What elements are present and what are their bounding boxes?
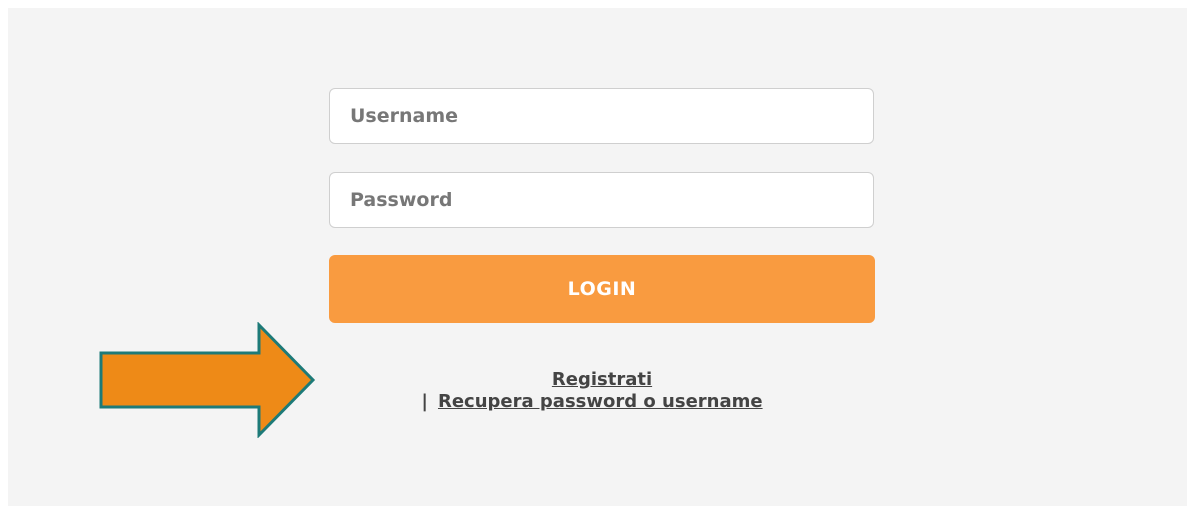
password-input[interactable] [329,172,874,228]
auth-links: Registrati | Recupera password o username [329,369,875,413]
arrow-right-icon [99,322,316,438]
link-separator: | [421,391,428,412]
recover-credentials-link[interactable]: Recupera password o username [438,391,763,412]
register-link[interactable]: Registrati [552,369,652,390]
recover-link-row: | Recupera password o username [319,391,865,413]
username-input[interactable] [329,88,874,144]
register-link-row: Registrati [329,369,875,391]
login-button[interactable]: LOGIN [329,255,875,323]
